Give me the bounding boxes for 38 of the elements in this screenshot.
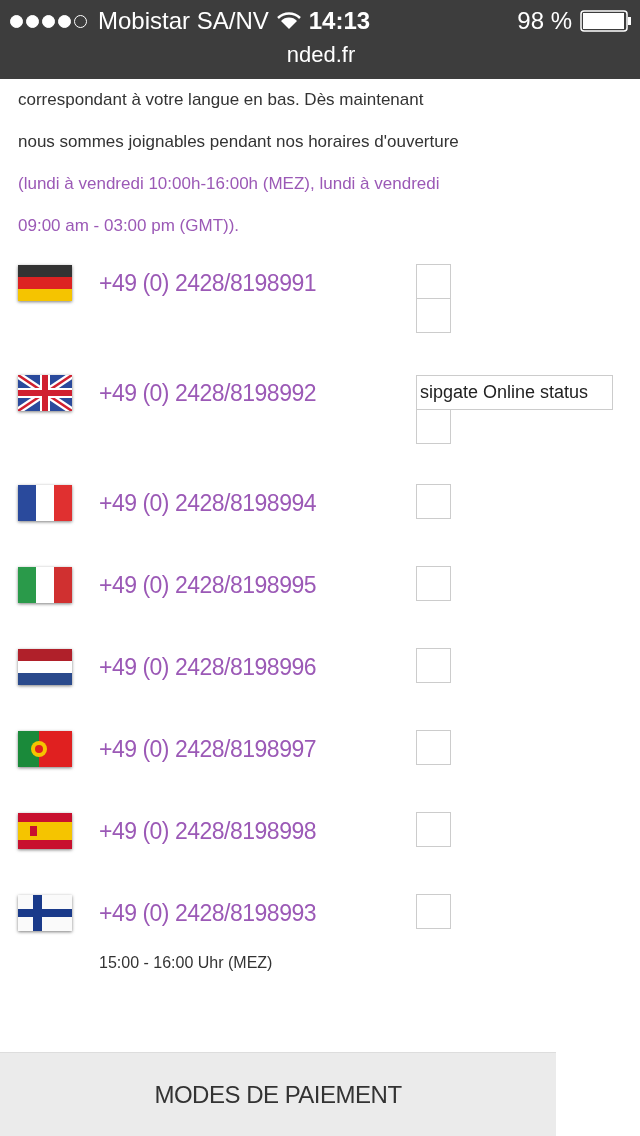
address-bar[interactable]: nded.fr	[10, 38, 632, 72]
intro-text: correspondant à votre langue en bas. Dès maintenant	[18, 89, 425, 111]
status-image	[416, 730, 451, 765]
battery-percent: 98 %	[517, 6, 572, 36]
battery-icon	[580, 10, 632, 32]
flag-icon	[18, 265, 72, 301]
hours-text: 15:00 - 16:00 Uhr (MEZ)	[99, 953, 274, 973]
status-image	[416, 566, 451, 601]
status-image-alt-text: sipgate Online status	[416, 375, 613, 410]
status-image	[416, 264, 451, 299]
status-image	[416, 484, 451, 519]
phone-link[interactable]: +49 (0) 2428/8198994	[99, 490, 316, 516]
status-image	[416, 409, 451, 444]
phone-link[interactable]: +49 (0) 2428/8198991	[99, 270, 316, 296]
phone-link[interactable]: +49 (0) 2428/8198992	[99, 380, 316, 406]
flag-icon	[18, 731, 72, 767]
phone-link[interactable]: +49 (0) 2428/8198998	[99, 818, 316, 844]
phone-link[interactable]: +49 (0) 2428/8198993	[99, 900, 316, 926]
wifi-icon	[276, 12, 301, 30]
status-image	[416, 298, 451, 333]
flag-icon	[18, 375, 72, 411]
intro-text: nous sommes joignables pendant nos horaires d'ouverture	[18, 131, 460, 153]
flag-icon	[18, 567, 72, 603]
hours-text: (lundi à vendredi 10:00h-16:00h (MEZ), lundi à vendredi	[18, 173, 441, 195]
payment-methods-button[interactable]: MODES DE PAIEMENT	[0, 1052, 556, 1136]
hours-text: 09:00 am - 03:00 pm (GMT)).	[18, 215, 241, 237]
phone-link[interactable]: +49 (0) 2428/8198995	[99, 572, 316, 598]
flag-icon	[18, 813, 72, 849]
status-image	[416, 648, 451, 683]
flag-icon	[18, 895, 72, 931]
phone-link[interactable]: +49 (0) 2428/8198996	[99, 654, 316, 680]
flag-icon	[18, 485, 72, 521]
status-image	[416, 894, 451, 929]
phone-link[interactable]: +49 (0) 2428/8198997	[99, 736, 316, 762]
flag-icon	[18, 649, 72, 685]
clock: 14:13	[308, 6, 371, 36]
carrier-name: Mobistar SA/NV	[98, 6, 269, 36]
status-image	[416, 812, 451, 847]
